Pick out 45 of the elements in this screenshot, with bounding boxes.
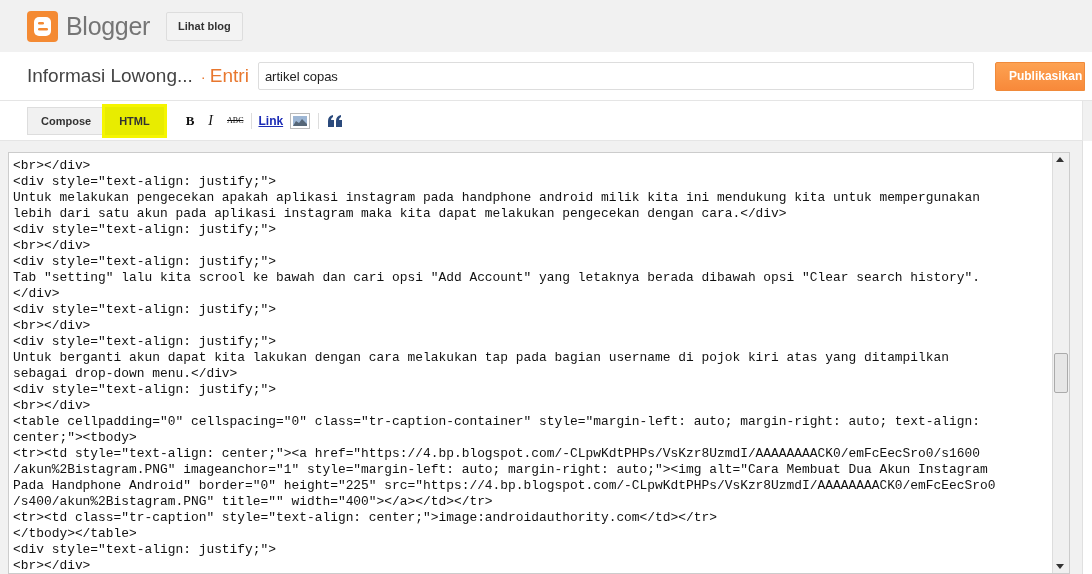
- code-line: <div style="text-align: justify;">: [13, 542, 276, 558]
- code-line: <div style="text-align: justify;">: [13, 174, 276, 190]
- scrollbar-thumb[interactable]: [1054, 353, 1068, 393]
- code-line: </div>: [13, 286, 60, 302]
- image-icon[interactable]: [290, 112, 311, 129]
- italic-button[interactable]: I: [208, 112, 213, 129]
- code-line: <div style="text-align: justify;">: [13, 254, 276, 270]
- code-line: <br></div>: [13, 398, 91, 414]
- code-line: <br></div>: [13, 238, 91, 254]
- code-line: <div style="text-align: justify;">: [13, 382, 276, 398]
- quote-icon[interactable]: [328, 114, 343, 127]
- code-line: <br></div>: [13, 558, 91, 573]
- scroll-up-icon[interactable]: [1056, 157, 1064, 162]
- scrollbar[interactable]: [1052, 153, 1069, 573]
- logo-icon: [27, 10, 58, 42]
- code-line: <tr><td style="text-align: center;"><a href="https://4.bp.blogspot.com/-CLpwKdtPHPs/VsKzr8UzmdI/AAAAAAAACK0/emFcEecSro0/s1600: [13, 446, 980, 462]
- code-line: /akun%2Bistagram.PNG" imageanchor="1" style="margin-left: auto; margin-right: auto;"><img alt="Cara Membuat Dua Akun Instagram: [13, 462, 988, 478]
- strikethrough-button[interactable]: ABC: [227, 116, 244, 125]
- blog-title[interactable]: Informasi Lowong...: [27, 65, 193, 87]
- scroll-down-icon[interactable]: [1056, 564, 1064, 569]
- code-line: <table cellpadding="0" cellspacing="0" class="tr-caption-container" style="margin-left: auto; margin-right: auto; text-align:: [13, 414, 980, 430]
- code-line: <div style="text-align: justify;">: [13, 334, 276, 350]
- code-line: sebagai drop-down menu.</div>: [13, 366, 238, 382]
- code-line: /s400/akun%2Bistagram.PNG" title="" width="400"></a></td></tr>: [13, 494, 493, 510]
- code-line: Pada Handphone Android" border="0" height="225" src="https://4.bp.blogspot.com/-CLpwKdtPHPs/VsKzr8UzmdI/AAAAAAAACK0/emFcEecSro0: [13, 478, 996, 494]
- section-label: Entri: [209, 65, 249, 87]
- code-line: <div style="text-align: justify;">: [13, 222, 276, 238]
- title-field[interactable]: artikel copas: [257, 62, 974, 90]
- code-line: center;"><tbody>: [13, 430, 137, 446]
- code-line: </tbody></table>: [13, 526, 137, 542]
- code-line: Untuk berganti akun dapat kita lakukan dengan cara melakukan tap pada bagian username di pojok kiri atas yang ditampilkan: [13, 350, 949, 366]
- logo-text: Blogger: [66, 11, 151, 41]
- link-button[interactable]: Link: [258, 113, 284, 128]
- html-editor[interactable]: [8, 152, 1070, 574]
- code-line: lebih dari satu akun pada aplikasi instagram maka kita dapat melakukan pengecekan dengan cara.</div>: [13, 206, 787, 222]
- code-line: <tr><td class="tr-caption" style="text-align: center;">image:androidauthority.com</td></tr>: [13, 510, 717, 526]
- mode-tab[interactable]: HTML: [105, 106, 164, 135]
- code-line: Tab "setting" lalu kita scrool ke bawah dan cari opsi "Add Account" yang letaknya berada dibawah opsi "Clear search history".: [13, 270, 980, 286]
- view-blog-button[interactable]: Lihat blog: [166, 11, 243, 41]
- code-line: <br></div>: [13, 158, 91, 174]
- code-line: <div style="text-align: justify;">: [13, 302, 276, 318]
- code-line: Untuk melakukan pengecekan apakah aplikasi instagram pada handphone android milik kita ini mendukung kita untuk mempergunakan: [13, 190, 980, 206]
- bold-button[interactable]: B: [185, 112, 195, 129]
- separator-dot: ·: [200, 67, 206, 85]
- code-line: <br></div>: [13, 318, 91, 334]
